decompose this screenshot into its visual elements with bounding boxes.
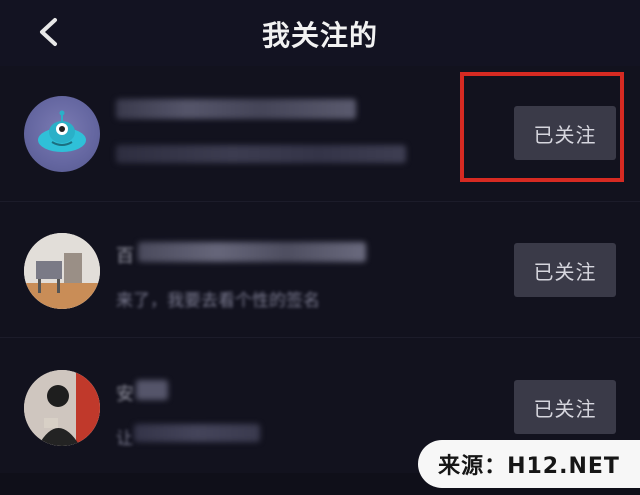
user-bio: 让 <box>116 429 133 449</box>
avatar[interactable] <box>24 233 100 309</box>
blurred-username <box>138 242 366 262</box>
username: 百 <box>116 246 134 267</box>
blurred-bio <box>116 145 406 163</box>
room-photo-icon <box>24 233 100 309</box>
person-photo-icon <box>24 370 100 446</box>
following-button[interactable]: 已关注 <box>514 243 616 297</box>
username: 安 <box>116 384 134 405</box>
user-bio: 来了，我要去看个性的签名 <box>116 291 320 311</box>
blurred-username <box>116 99 356 119</box>
page-title: 我关注的 <box>261 19 378 52</box>
source-watermark: 来源：H12.NET <box>418 440 640 488</box>
following-button[interactable]: 已关注 <box>514 380 616 434</box>
top-bar: 我关注的 <box>0 0 640 66</box>
list-item[interactable]: 百 来了，我要去看个性的签名 已关注 <box>0 202 640 338</box>
avatar[interactable] <box>24 96 100 172</box>
blurred-bio <box>134 424 260 442</box>
blurred-username <box>136 380 168 400</box>
avatar[interactable] <box>24 370 100 446</box>
highlight-annotation-box <box>460 72 624 182</box>
alien-mascot-icon <box>38 110 86 152</box>
